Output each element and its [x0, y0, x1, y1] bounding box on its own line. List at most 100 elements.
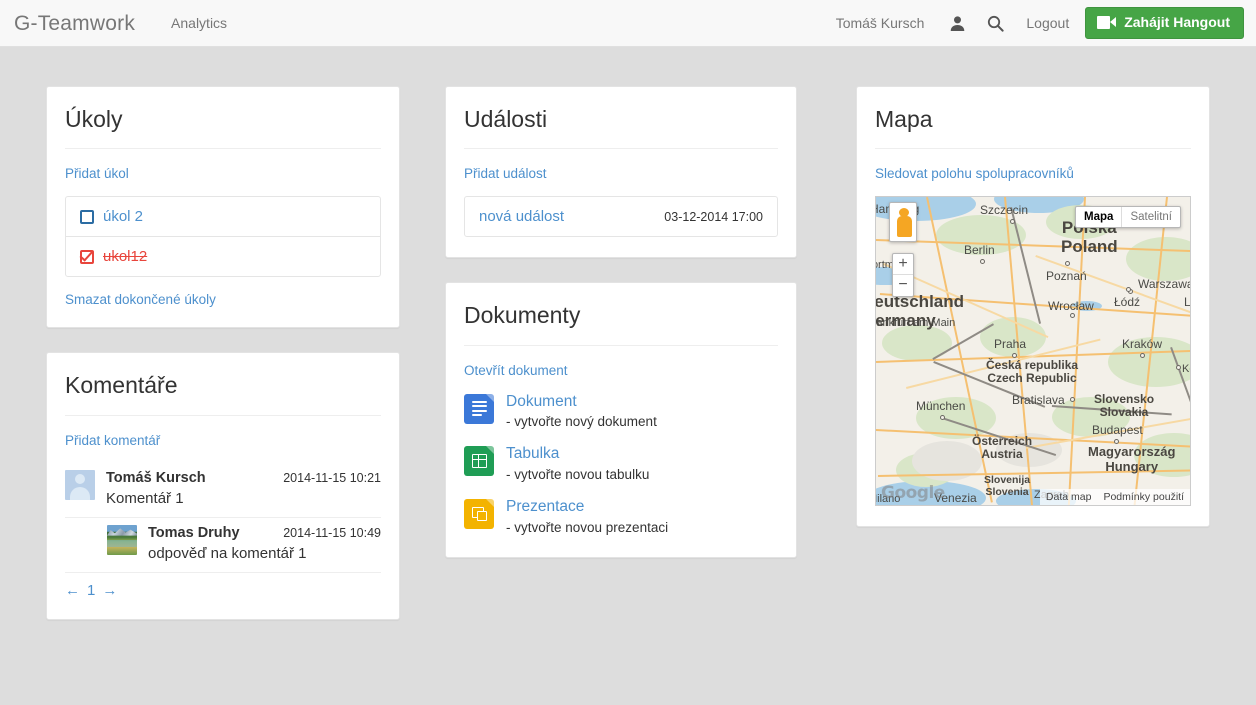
column-right: Mapa Sledovat polohu spolupracovníků Pol… — [828, 86, 1256, 644]
events-title: Události — [464, 106, 778, 150]
map-city-label: Warszawa — [1138, 277, 1191, 292]
map-data-attribution: Data map — [1045, 491, 1092, 504]
document-texts: Dokument - vytvořte nový dokument — [506, 393, 657, 430]
map-country-label: Magyarország Hungary — [1088, 444, 1176, 474]
column-middle: Události Přidat událost nová událost 03-… — [414, 86, 828, 644]
tasks-list: úkol 2 ukol12 — [65, 196, 381, 278]
document-name[interactable]: Dokument — [506, 393, 577, 410]
checkbox-unchecked-icon[interactable] — [80, 209, 94, 224]
map-type-map-button[interactable]: Mapa — [1076, 207, 1121, 227]
comment-body: Tomáš Kursch 2014-11-15 10:21 Komentář 1 — [106, 470, 381, 507]
open-document-link[interactable]: Otevřít dokument — [464, 363, 568, 378]
google-logo: Google — [881, 483, 945, 504]
avatar — [107, 524, 137, 555]
map-city-label: Berlin — [964, 243, 995, 258]
pager-current-page[interactable]: 1 — [87, 582, 95, 599]
map-city-label: Lublin — [1184, 295, 1191, 310]
avatar-placeholder-icon — [65, 469, 95, 500]
document-desc: - vytvořte novou prezentaci — [506, 520, 669, 536]
tasks-title: Úkoly — [65, 106, 381, 150]
map-type-satellite-button[interactable]: Satelitní — [1122, 207, 1180, 227]
map-city-label: Frankfurt am Main — [876, 317, 956, 330]
google-map[interactable]: Polska Poland Deutschland Germany Česká … — [875, 196, 1191, 507]
comment-item: Tomáš Kursch 2014-11-15 10:21 Komentář 1 — [65, 463, 381, 518]
pager-next-arrow-icon[interactable]: → — [102, 582, 117, 599]
map-country-label: Österreich Austria — [972, 434, 1033, 462]
comments-pager: ← 1 → — [65, 573, 381, 599]
comment-author: Tomas Druhy — [148, 524, 240, 541]
document-texts: Prezentace - vytvořte novou prezentaci — [506, 498, 668, 535]
map-country-label: Slovenija Slovenia — [984, 474, 1031, 498]
map-attribution: Data map Podmínky použití — [1039, 489, 1190, 506]
document-row[interactable]: Prezentace - vytvořte novou prezentaci — [464, 498, 778, 535]
checkbox-checked-icon[interactable] — [80, 249, 94, 264]
map-city-label: Praha — [994, 337, 1027, 352]
start-hangout-label: Zahájit Hangout — [1124, 14, 1230, 31]
track-colleagues-link[interactable]: Sledovat polohu spolupracovníků — [875, 166, 1074, 181]
map-country-label: Česká republika Czech Republic — [986, 358, 1079, 386]
comment-text: odpověď na komentář 1 — [148, 544, 307, 562]
comments-panel: Komentáře Přidat komentář Tomáš Kursch 2… — [46, 352, 400, 620]
comment-item: Tomas Druhy 2014-11-15 10:49 odpověď na … — [65, 518, 381, 573]
document-desc: - vytvořte nový dokument — [506, 414, 657, 430]
map-zoom-control: + − — [892, 253, 914, 298]
map-city-label: Wrocław — [1048, 299, 1094, 314]
add-comment-link[interactable]: Přidat komentář — [65, 433, 160, 448]
user-icon[interactable] — [938, 7, 976, 39]
dashboard-columns: Úkoly Přidat úkol úkol 2 ukol12 Smazat d… — [0, 47, 1256, 644]
map-city-label: Szczecin — [980, 203, 1029, 218]
zoom-out-button[interactable]: − — [893, 275, 913, 296]
task-row[interactable]: úkol 2 — [66, 197, 380, 238]
page-body: Úkoly Přidat úkol úkol 2 ukol12 Smazat d… — [0, 47, 1256, 705]
google-docs-icon — [464, 393, 494, 424]
add-event-link[interactable]: Přidat událost — [464, 166, 547, 181]
documents-panel: Dokumenty Otevřít dokument Dokument - vy… — [445, 282, 797, 559]
comment-text: Komentář 1 — [106, 489, 184, 507]
navbar-right-group: Tomáš Kursch Logout Zahájit Hangout — [822, 7, 1244, 39]
task-label: ukol12 — [103, 248, 148, 266]
task-label: úkol 2 — [103, 208, 144, 226]
map-title: Mapa — [875, 106, 1191, 150]
current-user-name: Tomáš Kursch — [835, 15, 925, 31]
search-icon[interactable] — [976, 7, 1014, 39]
task-row[interactable]: ukol12 — [66, 237, 380, 276]
delete-completed-tasks-link[interactable]: Smazat dokončené úkoly — [65, 292, 216, 307]
brand-logo[interactable]: G-Teamwork — [14, 13, 135, 34]
nav-item-analytics[interactable]: Analytics — [163, 12, 235, 34]
document-row[interactable]: Tabulka - vytvořte novou tabulku — [464, 445, 778, 482]
comments-title: Komentáře — [65, 373, 381, 416]
event-row[interactable]: nová událost 03-12-2014 17:00 — [465, 197, 777, 236]
document-name[interactable]: Prezentace — [506, 498, 584, 515]
comment-date: 2014-11-15 10:49 — [283, 525, 381, 540]
map-city-label: Poznań — [1046, 269, 1087, 284]
street-view-pegman-icon[interactable] — [889, 202, 917, 243]
document-texts: Tabulka - vytvořte novou tabulku — [506, 445, 649, 482]
map-city-label: München — [916, 399, 966, 414]
documents-title: Dokumenty — [464, 303, 778, 346]
event-date: 03-12-2014 17:00 — [664, 209, 763, 224]
map-city-label: Kraków — [1122, 337, 1163, 352]
comment-body: Tomas Druhy 2014-11-15 10:49 odpověď na … — [148, 525, 381, 562]
video-camera-icon — [1097, 16, 1117, 30]
map-terms-link[interactable]: Podmínky použití — [1097, 489, 1190, 505]
map-city-label: Bratislava — [1012, 393, 1065, 408]
zoom-in-button[interactable]: + — [893, 254, 913, 276]
event-name: nová událost — [479, 208, 565, 226]
pager-prev-arrow-icon[interactable]: ← — [65, 582, 80, 599]
map-city-label: Łódź — [1114, 295, 1141, 310]
logout-link[interactable]: Logout — [1014, 15, 1085, 31]
add-task-link[interactable]: Přidat úkol — [65, 166, 129, 181]
navbar: G-Teamwork Analytics Tomáš Kursch Logout… — [0, 0, 1256, 47]
google-slides-icon — [464, 499, 494, 530]
tasks-panel: Úkoly Přidat úkol úkol 2 ukol12 Smazat d… — [46, 86, 400, 329]
document-row[interactable]: Dokument - vytvořte nový dokument — [464, 393, 778, 430]
start-hangout-button[interactable]: Zahájit Hangout — [1085, 7, 1244, 39]
map-panel: Mapa Sledovat polohu spolupracovníků Pol… — [856, 86, 1210, 528]
google-sheets-icon — [464, 446, 494, 477]
document-name[interactable]: Tabulka — [506, 445, 559, 462]
events-list: nová událost 03-12-2014 17:00 — [464, 196, 778, 238]
comment-date: 2014-11-15 10:21 — [283, 470, 381, 485]
comment-author: Tomáš Kursch — [106, 469, 206, 486]
map-canvas: Polska Poland Deutschland Germany Česká … — [876, 197, 1191, 506]
map-country-label: Slovensko Slovakia — [1094, 392, 1155, 420]
